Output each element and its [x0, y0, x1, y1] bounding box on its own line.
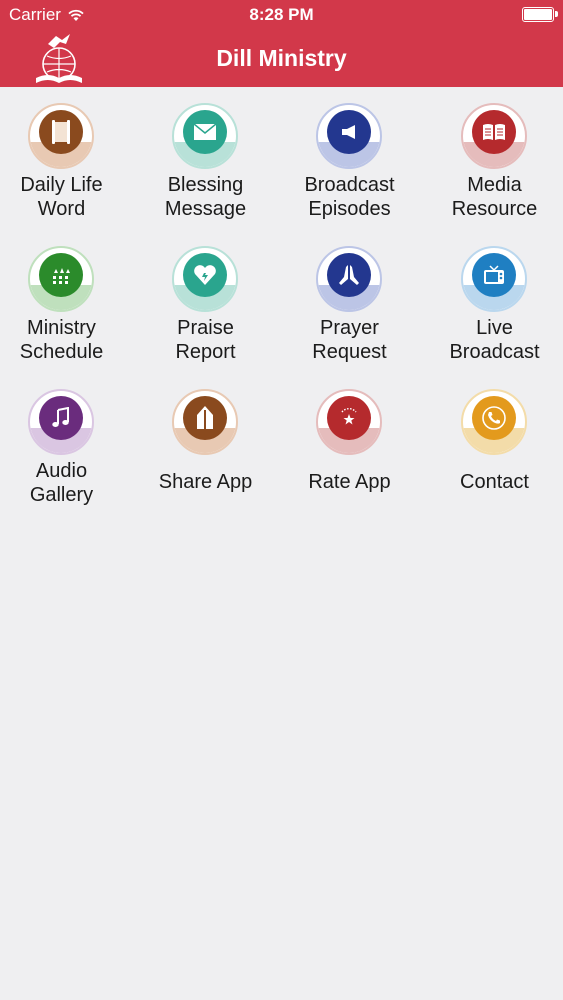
praying-hands-icon	[327, 253, 371, 297]
tile-media-resource[interactable]: Media Resource	[424, 87, 563, 230]
tile-label: Daily Life Word	[20, 174, 103, 220]
book-icon	[472, 110, 516, 154]
music-note-icon	[39, 396, 83, 440]
tile-label: Ministry Schedule	[19, 317, 104, 363]
envelope-icon	[183, 110, 227, 154]
tile-label: Prayer Request	[312, 317, 387, 363]
tile-contact[interactable]: Contact	[424, 373, 563, 516]
tile-label: Praise Report	[175, 317, 236, 363]
tile-label: Contact	[460, 471, 529, 493]
tile-share-app[interactable]: Share App	[135, 373, 276, 516]
share-arrow-icon	[183, 396, 227, 440]
star-icon	[327, 396, 371, 440]
tile-label: Share App	[158, 471, 253, 493]
tile-broadcast-episodes[interactable]: Broadcast Episodes	[279, 87, 420, 230]
tile-label: Live Broadcast	[449, 317, 540, 363]
status-time: 8:28 PM	[249, 5, 314, 24]
tile-label: Rate App	[308, 471, 391, 493]
tv-icon	[472, 253, 516, 297]
status-bar: Carrier 8:28 PM	[0, 0, 563, 30]
tile-blessing-message[interactable]: Blessing Message	[135, 87, 276, 230]
megaphone-icon	[327, 110, 371, 154]
tile-praise-report[interactable]: Praise Report	[135, 230, 276, 373]
tile-audio-gallery[interactable]: Audio Gallery	[0, 373, 132, 516]
tile-live-broadcast[interactable]: Live Broadcast	[424, 230, 563, 373]
tile-prayer-request[interactable]: Prayer Request	[279, 230, 420, 373]
church-calendar-icon	[39, 253, 83, 297]
battery-icon	[522, 7, 558, 22]
tile-daily-life-word[interactable]: Daily Life Word	[0, 87, 132, 230]
heart-icon	[183, 253, 227, 297]
tile-ministry-schedule[interactable]: Ministry Schedule	[0, 230, 132, 373]
tile-label: Media Resource	[451, 174, 538, 220]
nav-bar: Dill Ministry	[0, 30, 563, 87]
page-title: Dill Ministry	[216, 45, 347, 71]
tile-label: Broadcast Episodes	[304, 174, 395, 220]
phone-icon	[472, 396, 516, 440]
tile-rate-app[interactable]: Rate App	[279, 373, 420, 516]
scroll-icon	[39, 110, 83, 154]
tile-label: Audio Gallery	[29, 460, 94, 506]
tile-label: Blessing Message	[164, 174, 247, 220]
